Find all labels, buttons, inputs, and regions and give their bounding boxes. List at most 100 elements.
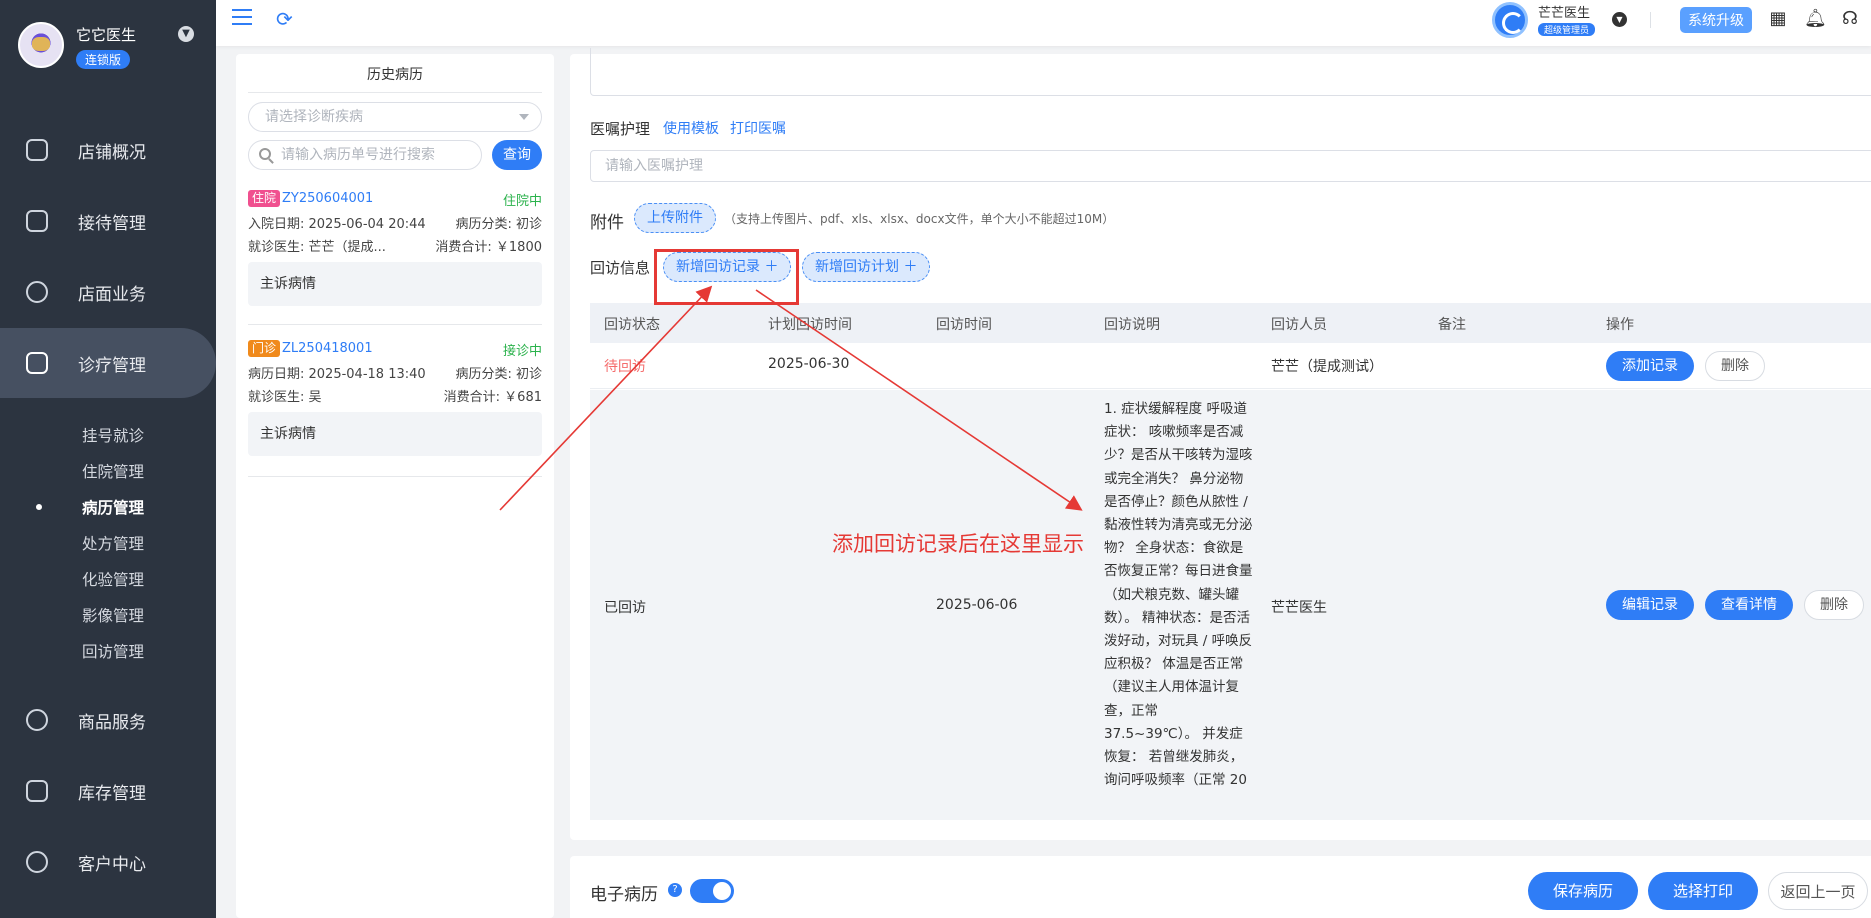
chevron-down-icon[interactable]: ▼ — [178, 26, 194, 42]
col-desc: 回访说明 — [1104, 317, 1160, 333]
medical-kit-icon — [26, 352, 48, 374]
col-remark: 备注 — [1438, 317, 1466, 333]
record-doctor: 就诊医生: 吴 — [248, 390, 322, 405]
divider — [1650, 12, 1651, 28]
followup-status: 已回访 — [604, 600, 646, 616]
text-area[interactable] — [590, 48, 1871, 96]
record-code-link[interactable]: ZY250604001 — [282, 191, 373, 206]
record-type-tag: 门诊 — [248, 340, 281, 357]
col-actions: 操作 — [1606, 317, 1634, 333]
sub-medical-records[interactable]: 病历管理 — [82, 496, 144, 518]
record-total: 消费合计: ￥1800 — [435, 240, 542, 255]
back-button[interactable]: 返回上一页 — [1768, 872, 1868, 910]
table-row: 已回访 2025-06-06 1. 症状缓解程度 呼吸道症状： 咳嗽频率是否减少… — [590, 390, 1871, 820]
upload-attachment-button[interactable]: 上传附件 — [634, 203, 716, 233]
divider — [248, 476, 542, 477]
store-icon — [26, 281, 48, 303]
history-record[interactable]: 住院 ZY250604001 住院中 入院日期: 2025-06-04 20:44… — [248, 190, 542, 306]
delete-button[interactable]: 删除 — [1705, 351, 1765, 381]
sub-prescription[interactable]: 处方管理 — [82, 532, 144, 554]
followup-label: 回访信息 — [590, 259, 651, 277]
help-icon[interactable]: ? — [668, 883, 682, 897]
planned-date: 2025-06-30 — [768, 356, 850, 372]
bell-icon[interactable]: 🔔︎ — [1804, 9, 1827, 29]
col-status: 回访状态 — [604, 317, 660, 333]
customer-icon — [26, 851, 48, 873]
dashboard-icon — [26, 139, 48, 161]
nav-inventory[interactable]: 库存管理 — [0, 763, 216, 819]
followup-description: 1. 症状缓解程度 呼吸道症状： 咳嗽频率是否减少？是否从干咳转为湿咳或完全消失… — [1104, 401, 1253, 789]
nav-reception[interactable]: 接待管理 — [0, 193, 216, 249]
annotation-text: 添加回访记录后在这里显示 — [832, 532, 1084, 556]
active-dot — [36, 504, 42, 510]
add-record-button[interactable]: 添加记录 — [1606, 351, 1694, 381]
topbar: ⟳ 芒芒医生 超级管理员 ▼ 系统升级 ▦ 🔔︎ ☊ — [216, 0, 1871, 46]
history-panel: 历史病历 请选择诊断疾病 请输入病历单号进行搜索 查询 住院 ZY25060400… — [236, 54, 554, 918]
record-category: 病历分类: 初诊 — [455, 367, 542, 382]
history-title: 历史病历 — [367, 67, 423, 83]
col-planned: 计划回访时间 — [768, 317, 852, 333]
table-row: 待回访 2025-06-30 芒芒（提成测试） 添加记录 删除 — [590, 343, 1871, 389]
sub-inpatient[interactable]: 住院管理 — [82, 460, 144, 482]
col-staff: 回访人员 — [1271, 317, 1327, 333]
record-date: 病历日期: 2025-04-18 13:40 — [248, 367, 426, 382]
avatar[interactable] — [1492, 2, 1528, 38]
bottom-bar: 电子病历 ? 保存病历 选择打印 返回上一页 — [570, 856, 1871, 918]
nav-label: 商品服务 — [78, 712, 146, 733]
staff-name: 芒芒（提成测试） — [1271, 359, 1383, 375]
nav-medical[interactable]: 诊疗管理 — [0, 328, 216, 398]
divider — [248, 324, 542, 325]
search-placeholder: 请输入病历单号进行搜索 — [281, 147, 435, 163]
upload-hint: （支持上传图片、pdf、xls、xlsx、docx文件，单个大小不能超过10M） — [724, 212, 1115, 226]
save-record-button[interactable]: 保存病历 — [1528, 872, 1638, 910]
reception-icon — [26, 210, 48, 232]
emr-label: 电子病历 — [590, 885, 658, 905]
nav-store-business[interactable]: 店面业务 — [0, 264, 216, 320]
print-advice-link[interactable]: 打印医嘱 — [730, 118, 786, 138]
delete-button[interactable]: 删除 — [1804, 590, 1864, 620]
menu-icon[interactable] — [232, 9, 252, 25]
select-print-button[interactable]: 选择打印 — [1648, 872, 1758, 910]
advice-label: 医嘱护理 — [590, 120, 651, 138]
brand-switcher[interactable]: 它它医生 连锁版 ▼ — [18, 22, 208, 72]
record-status: 接诊中 — [502, 344, 542, 359]
record-code-link[interactable]: ZL250418001 — [282, 341, 373, 356]
advice-input[interactable]: 请输入医嘱护理 — [590, 150, 1871, 182]
refresh-icon[interactable]: ⟳ — [276, 7, 293, 31]
chevron-down-icon — [519, 114, 529, 120]
record-complaint: 主诉病情 — [248, 262, 542, 306]
nav-goods[interactable]: 商品服务 — [0, 692, 216, 748]
upgrade-button[interactable]: 系统升级 — [1680, 7, 1752, 33]
nav-label: 诊疗管理 — [78, 355, 146, 376]
diagnosis-select[interactable]: 请选择诊断疾病 — [248, 102, 542, 132]
add-followup-plan-button[interactable]: 新增回访计划 ＋ — [802, 252, 931, 282]
record-category: 病历分类: 初诊 — [455, 217, 542, 232]
chevron-down-icon[interactable]: ▼ — [1612, 12, 1627, 27]
nav-customer[interactable]: 客户中心 — [0, 834, 216, 890]
record-search-input[interactable]: 请输入病历单号进行搜索 — [248, 140, 482, 170]
attachment-label: 附件 — [590, 213, 624, 233]
view-details-button[interactable]: 查看详情 — [1705, 590, 1793, 620]
goods-icon — [26, 709, 48, 731]
edition-badge: 连锁版 — [76, 50, 131, 69]
calendar-icon[interactable]: ▦ — [1768, 9, 1788, 29]
query-button[interactable]: 查询 — [492, 140, 542, 170]
nav-label: 库存管理 — [78, 783, 146, 804]
record-type-tag: 住院 — [248, 190, 281, 207]
use-template-link[interactable]: 使用模板 — [663, 118, 719, 138]
sub-registration[interactable]: 挂号就诊 — [82, 424, 144, 446]
table-header: 回访状态 计划回访时间 回访时间 回访说明 回访人员 备注 操作 — [590, 303, 1871, 343]
record-form: 医嘱护理 使用模板 打印医嘱 请输入医嘱护理 附件 上传附件 （支持上传图片、p… — [570, 48, 1871, 840]
history-record[interactable]: 门诊 ZL250418001 接诊中 病历日期: 2025-04-18 13:40… — [248, 340, 542, 456]
sub-lab[interactable]: 化验管理 — [82, 568, 144, 590]
edit-record-button[interactable]: 编辑记录 — [1606, 590, 1694, 620]
sub-followup[interactable]: 回访管理 — [82, 640, 144, 662]
emr-toggle[interactable] — [690, 879, 734, 903]
brand-name: 它它医生 — [76, 26, 137, 44]
clinic-logo — [18, 22, 64, 68]
sub-imaging[interactable]: 影像管理 — [82, 604, 144, 626]
col-time: 回访时间 — [936, 317, 992, 333]
record-doctor: 就诊医生: 芒芒（提成... — [248, 240, 386, 255]
nav-store-overview[interactable]: 店铺概况 — [0, 122, 216, 178]
headset-icon[interactable]: ☊ — [1840, 9, 1860, 29]
